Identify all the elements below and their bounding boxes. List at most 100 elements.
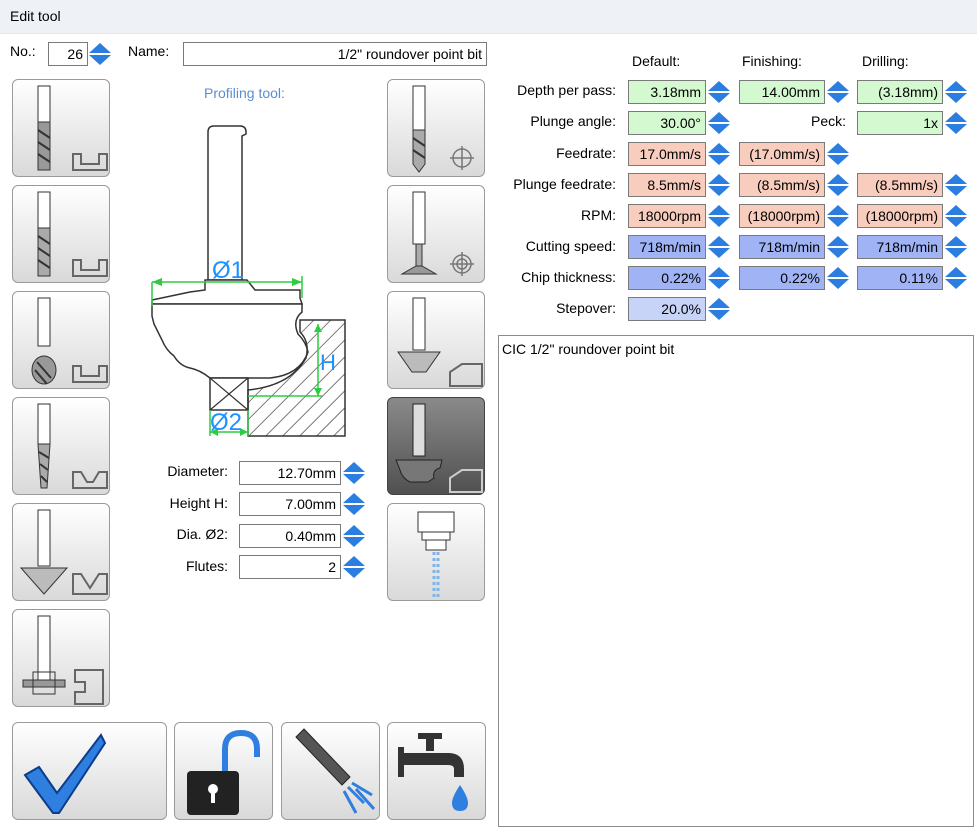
feedrate-default-field[interactable]: 17.0mm/s — [628, 142, 706, 166]
d1-dimension-label: Ø1 — [212, 257, 244, 284]
checkmark-icon — [23, 733, 107, 814]
window-title: Edit tool — [10, 8, 61, 24]
unlock-button[interactable] — [174, 722, 273, 820]
plunge-feedrate-finishing-field[interactable]: (8.5mm/s) — [739, 173, 825, 197]
dia2-label: Dia. Ø2: — [176, 526, 228, 542]
description-textarea[interactable]: CIC 1/2" roundover point bit — [498, 335, 974, 827]
plunge-feedrate-default-field[interactable]: 8.5mm/s — [628, 173, 706, 197]
plunge-feedrate-drilling-field[interactable]: (8.5mm/s) — [857, 173, 943, 197]
rpm-drilling-field[interactable]: (18000rpm) — [857, 204, 943, 228]
center-drill-button[interactable] — [387, 185, 485, 283]
chamfer-bit-icon — [397, 297, 483, 387]
drill-button[interactable] — [387, 79, 485, 177]
air-blast-button[interactable] — [281, 722, 380, 820]
diameter-spinner[interactable] — [342, 461, 366, 485]
tapered-endmill-button[interactable] — [12, 397, 110, 495]
profiling-tool-label: Profiling tool: — [204, 85, 285, 101]
plunge-feedrate-drilling-spinner[interactable] — [944, 173, 968, 197]
tool-name-field[interactable]: 1/2" roundover point bit — [183, 42, 487, 66]
slot-cutter-button[interactable] — [12, 609, 110, 707]
cutting-speed-drilling-field[interactable]: 718m/min — [857, 235, 943, 259]
profiling-bit-icon — [395, 403, 483, 493]
depth-finishing-spinner[interactable] — [826, 80, 850, 104]
plunge-angle-field[interactable]: 30.00° — [628, 111, 706, 135]
v-bit-icon — [19, 509, 108, 595]
spindle-button[interactable] — [387, 503, 485, 601]
depth-default-spinner[interactable] — [707, 80, 731, 104]
flutes-field[interactable]: 2 — [239, 555, 341, 579]
plunge-feedrate-default-spinner[interactable] — [707, 173, 731, 197]
feedrate-finishing-spinner[interactable] — [826, 142, 850, 166]
chip-thickness-default-field[interactable]: 0.22% — [628, 266, 706, 290]
tool-number-spinner[interactable] — [88, 42, 112, 66]
coolant-button[interactable] — [387, 722, 486, 820]
feedrate-label: Feedrate: — [556, 145, 616, 161]
feedrate-finishing-field[interactable]: (17.0mm/s) — [739, 142, 825, 166]
rpm-default-spinner[interactable] — [707, 204, 731, 228]
flat-endmill-long-button[interactable] — [12, 185, 110, 283]
chamfer-bit-button[interactable] — [387, 291, 485, 389]
flutes-label: Flutes: — [185, 558, 228, 574]
peck-spinner[interactable] — [944, 111, 968, 135]
peck-field[interactable]: 1x — [857, 111, 943, 135]
cutting-speed-default-field[interactable]: 718m/min — [628, 235, 706, 259]
plunge-feedrate-finishing-spinner[interactable] — [826, 173, 850, 197]
height-field[interactable]: 7.00mm — [239, 492, 341, 516]
plunge-angle-spinner[interactable] — [707, 111, 731, 135]
header-default: Default: — [632, 53, 681, 69]
cutting-speed-default-spinner[interactable] — [707, 235, 731, 259]
v-bit-button[interactable] — [12, 503, 110, 601]
cutting-speed-finishing-field[interactable]: 718m/min — [739, 235, 825, 259]
depth-drilling-field[interactable]: (3.18mm) — [857, 80, 943, 104]
header-finishing: Finishing: — [742, 53, 802, 69]
cutting-speed-finishing-spinner[interactable] — [826, 235, 850, 259]
stepover-field[interactable]: 20.0% — [628, 297, 706, 321]
tool-number-field[interactable]: 26 — [48, 42, 88, 66]
profiling-bit-button[interactable] — [387, 397, 485, 495]
plunge-feedrate-label: Plunge feedrate: — [513, 176, 616, 192]
chip-thickness-finishing-field[interactable]: 0.22% — [739, 266, 825, 290]
drill-icon — [412, 85, 474, 173]
diameter-field[interactable]: 12.70mm — [239, 461, 341, 485]
ok-button[interactable] — [12, 722, 167, 820]
chip-thickness-finishing-spinner[interactable] — [826, 266, 850, 290]
flat-endmill-long-icon — [37, 191, 108, 277]
tool-profile-diagram: Ø1 Ø2 H — [151, 125, 346, 437]
plunge-angle-label: Plunge angle: — [530, 113, 616, 129]
depth-drilling-spinner[interactable] — [944, 80, 968, 104]
h-dimension-label: H — [320, 350, 336, 375]
cutting-speed-label: Cutting speed: — [525, 238, 616, 254]
rpm-finishing-field[interactable]: (18000rpm) — [739, 204, 825, 228]
chip-thickness-drilling-field[interactable]: 0.11% — [857, 266, 943, 290]
header-drilling: Drilling: — [862, 53, 909, 69]
d2-dimension-label: Ø2 — [210, 409, 242, 436]
rpm-default-field[interactable]: 18000rpm — [628, 204, 706, 228]
flat-endmill-icon — [37, 85, 108, 171]
title-bar: Edit tool — [0, 0, 977, 34]
feedrate-default-spinner[interactable] — [707, 142, 731, 166]
dia2-spinner[interactable] — [342, 524, 366, 548]
chip-thickness-drilling-spinner[interactable] — [944, 266, 968, 290]
cutting-speed-drilling-spinner[interactable] — [944, 235, 968, 259]
flutes-spinner[interactable] — [342, 555, 366, 579]
air-blast-icon — [295, 728, 376, 814]
stepover-spinner[interactable] — [707, 297, 731, 321]
height-spinner[interactable] — [342, 492, 366, 516]
peck-label: Peck: — [810, 113, 846, 129]
spindle-icon — [417, 511, 455, 598]
depth-per-pass-label: Depth per pass: — [517, 82, 616, 98]
diameter-label: Diameter: — [167, 463, 228, 479]
flat-endmill-button[interactable] — [12, 79, 110, 177]
rpm-label: RPM: — [581, 207, 616, 223]
height-label: Height H: — [169, 495, 228, 511]
dia2-field[interactable]: 0.40mm — [239, 524, 341, 548]
rpm-drilling-spinner[interactable] — [944, 204, 968, 228]
ballnose-endmill-button[interactable] — [12, 291, 110, 389]
rpm-finishing-spinner[interactable] — [826, 204, 850, 228]
chip-thickness-default-spinner[interactable] — [707, 266, 731, 290]
depth-finishing-field[interactable]: 14.00mm — [739, 80, 825, 104]
depth-default-field[interactable]: 3.18mm — [628, 80, 706, 104]
center-drill-icon — [400, 191, 474, 276]
tool-number-label: No.: — [10, 43, 36, 59]
tool-name-label: Name: — [128, 43, 170, 59]
